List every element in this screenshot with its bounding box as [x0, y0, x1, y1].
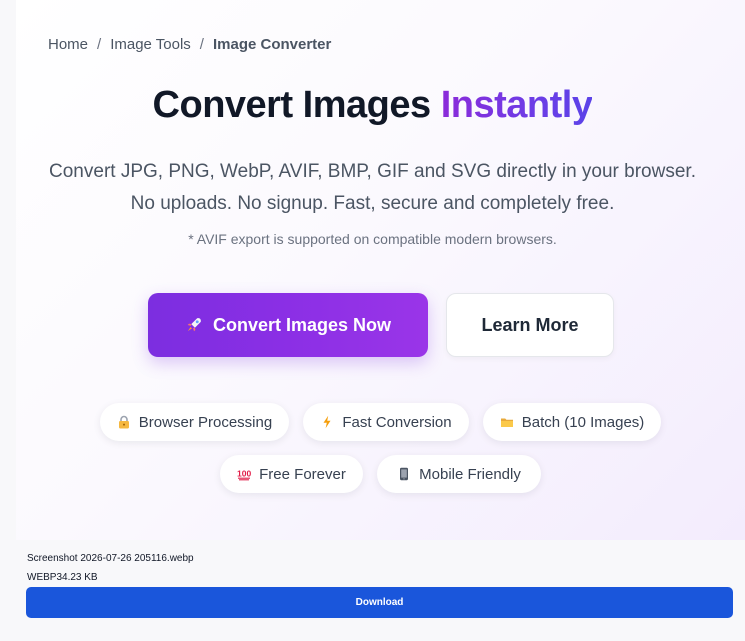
feature-pill-label: Browser Processing — [138, 413, 273, 431]
hero-subtitle-line-1: Convert JPG, PNG, WebP, AVIF, BMP, GIF a… — [49, 161, 696, 182]
feature-pill-label: Batch (10 Images) — [521, 413, 645, 431]
hundred-points-icon: 100 — [237, 469, 251, 481]
feature-pill-mobile-friendly: Mobile Friendly — [377, 455, 541, 493]
rocket-icon — [187, 318, 201, 332]
lock-icon — [118, 415, 129, 429]
breadcrumb-separator: / — [97, 36, 102, 53]
convert-images-now-button[interactable]: Convert Images Now — [148, 293, 428, 357]
download-label: Download — [355, 597, 404, 608]
file-format: WEBP — [27, 572, 57, 583]
lightning-icon — [323, 415, 331, 429]
mobile-phone-icon — [400, 467, 409, 481]
breadcrumb-home-link[interactable]: Home — [48, 36, 88, 53]
learn-more-label: Learn More — [481, 314, 579, 335]
breadcrumb: Home / Image Tools / Image Converter — [48, 36, 331, 53]
learn-more-button[interactable]: Learn More — [446, 293, 614, 357]
feature-pill-label: Free Forever — [259, 465, 346, 483]
avif-support-note: * AVIF export is supported on compatible… — [188, 231, 557, 247]
feature-pill-free-forever: 100 Free Forever — [220, 455, 363, 493]
feature-pill-label: Mobile Friendly — [419, 465, 521, 483]
hero-section — [16, 0, 745, 540]
feature-pill-label: Fast Conversion — [342, 413, 452, 431]
file-size: 34.23 KB — [56, 572, 98, 583]
feature-pill-batch-images: Batch (10 Images) — [483, 403, 661, 441]
convert-images-now-label: Convert Images Now — [212, 314, 392, 335]
page-title-main: Convert Images — [152, 84, 432, 126]
breadcrumb-image-tools-link[interactable]: Image Tools — [110, 36, 191, 53]
file-meta: WEBP34.23 KB — [27, 572, 98, 583]
folder-icon — [500, 418, 513, 427]
file-name: Screenshot 2026-07-26 205116.webp — [27, 553, 194, 564]
page-title-accent: Instantly — [440, 84, 593, 126]
feature-pill-fast-conversion: Fast Conversion — [303, 403, 469, 441]
hero-subtitle-line-2: No uploads. No signup. Fast, secure and … — [130, 193, 615, 214]
breadcrumb-separator: / — [199, 36, 204, 53]
download-button[interactable]: Download — [26, 587, 733, 618]
feature-pill-browser-processing: Browser Processing — [100, 403, 289, 441]
page-title: Convert Images Instantly — [0, 84, 745, 127]
svg-text:100: 100 — [237, 469, 251, 479]
breadcrumb-current-page: Image Converter — [212, 36, 332, 53]
